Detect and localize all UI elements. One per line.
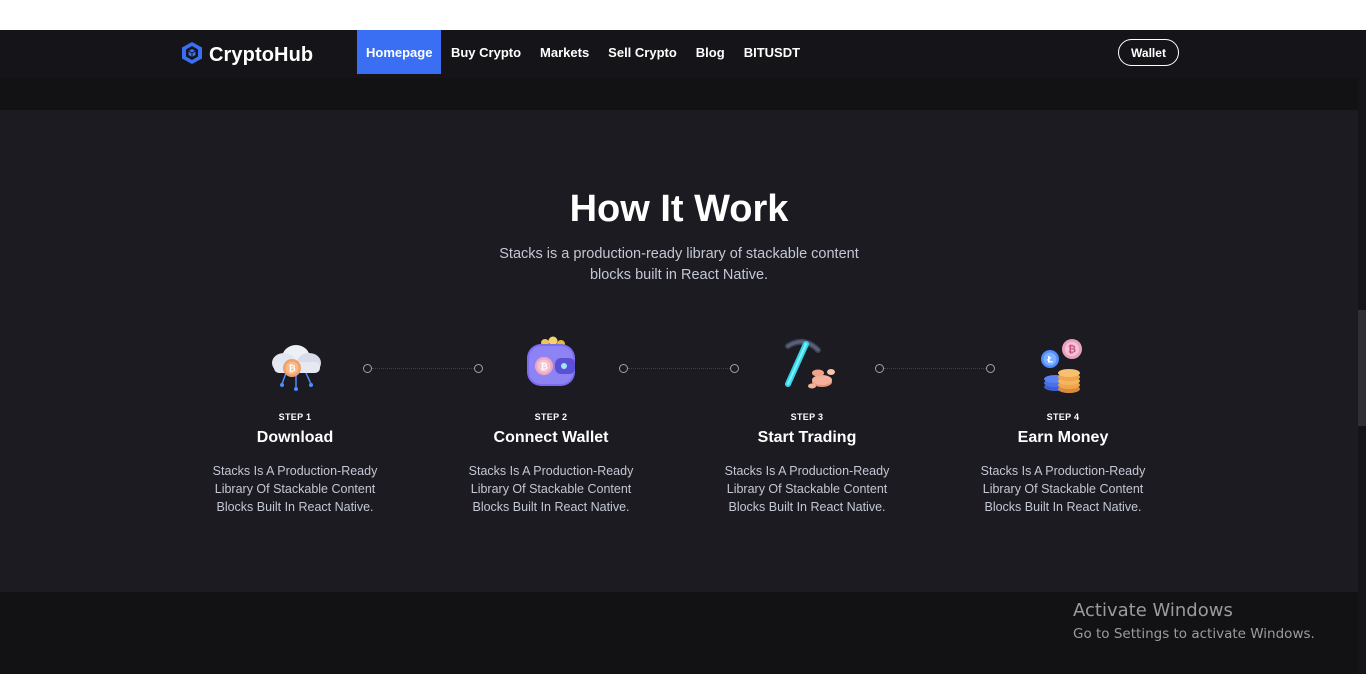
step-title: Start Trading (757, 429, 857, 446)
watermark-title: Activate Windows (1073, 600, 1233, 621)
nav-link-buy-crypto[interactable]: Buy Crypto (441, 30, 530, 74)
scrollbar-thumb[interactable] (1358, 310, 1366, 426)
cube-icon (181, 41, 203, 70)
nav-link-blog[interactable]: Blog (686, 30, 734, 74)
nav-link-bitusdt[interactable]: BITUSDT (734, 30, 809, 74)
coins-stack-icon: Ł ₿ (1032, 332, 1096, 396)
svg-text:Ł: Ł (1046, 356, 1053, 366)
connector-node (474, 364, 483, 373)
connector-node (730, 364, 739, 373)
brand-logo[interactable]: CryptoHub (181, 41, 313, 70)
connector-node (986, 364, 995, 373)
connector-node (363, 364, 372, 373)
step-title: Earn Money (1017, 429, 1109, 446)
step-title: Connect Wallet (493, 429, 609, 446)
windows-activation-watermark: Activate Windows Go to Settings to activ… (1073, 600, 1315, 642)
brand-name: CryptoHub (209, 44, 314, 66)
main-nav: Homepage Buy Crypto Markets Sell Crypto … (357, 30, 810, 74)
header-divider-band (0, 78, 1358, 110)
section-subtitle: Stacks is a production-ready library of … (499, 246, 859, 283)
browser-top-area (0, 0, 1366, 30)
step-number: STEP 2 (534, 412, 568, 422)
svg-text:₿: ₿ (288, 364, 295, 375)
step-description: Stacks Is A Production-Ready Library Of … (980, 464, 1146, 514)
step-card-3: STEP 3 Start Trading Stacks Is A Product… (707, 412, 907, 516)
step-connector-1 (372, 368, 474, 370)
nav-link-markets[interactable]: Markets (531, 30, 599, 74)
nav-link-sell-crypto[interactable]: Sell Crypto (599, 30, 687, 74)
svg-text:₿: ₿ (540, 362, 547, 373)
step-card-1: STEP 1 Download Stacks Is A Production-R… (195, 412, 395, 516)
step-connector-3 (884, 368, 986, 370)
nav-link-homepage[interactable]: Homepage (357, 30, 442, 74)
step-description: Stacks Is A Production-Ready Library Of … (468, 464, 634, 514)
step-card-4: STEP 4 Earn Money Stacks Is A Production… (963, 412, 1163, 516)
navbar: CryptoHub Homepage Buy Crypto Markets Se… (0, 30, 1358, 78)
cloud-bitcoin-icon: ₿ (264, 332, 328, 396)
step-number: STEP 3 (790, 412, 824, 422)
step-description: Stacks Is A Production-Ready Library Of … (212, 464, 378, 514)
watermark-subtitle: Go to Settings to activate Windows. (1073, 626, 1315, 642)
section-title: How It Work (569, 188, 789, 230)
wallet-icon: ₿ (519, 332, 583, 396)
step-title: Download (256, 429, 334, 446)
connector-node (875, 364, 884, 373)
svg-text:₿: ₿ (1068, 344, 1076, 356)
wallet-button[interactable]: Wallet (1118, 39, 1179, 66)
step-number: STEP 4 (1046, 412, 1080, 422)
pickaxe-icon (776, 332, 840, 396)
step-description: Stacks Is A Production-Ready Library Of … (724, 464, 890, 514)
step-card-2: STEP 2 Connect Wallet Stacks Is A Produc… (451, 412, 651, 516)
step-connector-2 (628, 368, 730, 370)
connector-node (619, 364, 628, 373)
step-number: STEP 1 (278, 412, 312, 422)
how-it-works-section: How It Work Stacks is a production-ready… (0, 110, 1358, 592)
